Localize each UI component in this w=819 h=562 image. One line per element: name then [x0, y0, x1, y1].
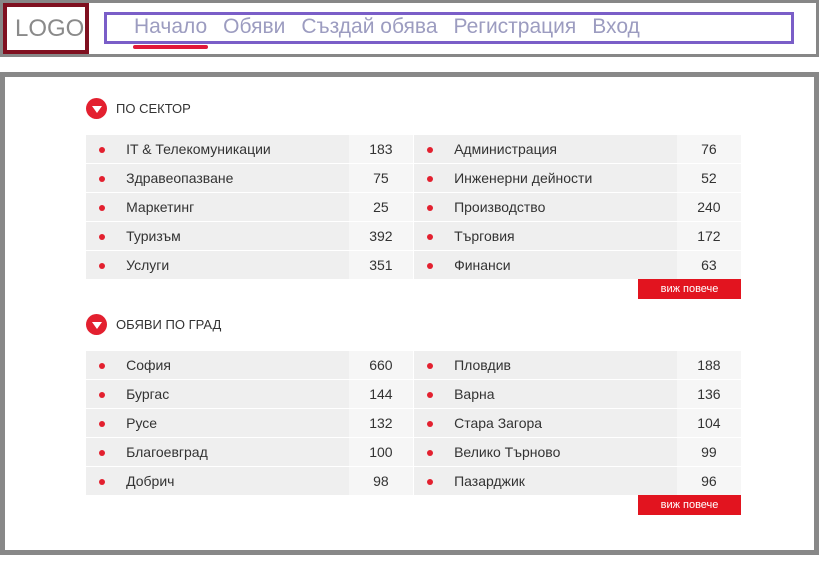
- bullet-icon: [413, 222, 455, 251]
- bullet-icon: [413, 164, 455, 193]
- table-row: Русе 132 Стара Загора 104: [86, 409, 741, 438]
- category-link[interactable]: Администрация: [454, 135, 677, 164]
- nav-item-register[interactable]: Регистрация: [454, 15, 577, 41]
- count-value: 172: [676, 222, 741, 251]
- content-panel: ПО СЕКТОР IT & Телекомуникации 183 Админис…: [0, 72, 819, 555]
- category-link[interactable]: Добрич: [126, 467, 349, 496]
- triangle-down-icon[interactable]: [86, 97, 107, 119]
- count-value: 660: [348, 351, 413, 380]
- bullet-icon: [86, 135, 127, 164]
- count-value: 392: [348, 222, 413, 251]
- table-row: Бургас 144 Варна 136: [86, 380, 741, 409]
- category-link[interactable]: Маркетинг: [126, 193, 349, 222]
- category-link[interactable]: Производство: [454, 193, 677, 222]
- count-value: 98: [348, 467, 413, 496]
- sector-more-button[interactable]: виж повече: [638, 279, 741, 299]
- category-link[interactable]: Варна: [454, 380, 677, 409]
- count-value: 351: [348, 251, 413, 280]
- bullet-icon: [86, 467, 127, 496]
- sector-rows: IT & Телекомуникации 183 Администрация 76 Зд…: [86, 135, 741, 280]
- category-link[interactable]: Инженерни дейности: [454, 164, 677, 193]
- bullet-icon: [413, 380, 455, 409]
- category-link[interactable]: Финанси: [454, 251, 677, 280]
- city-title-label: ОБЯВИ ПО ГРАД: [116, 316, 222, 332]
- count-value: 136: [676, 380, 741, 409]
- count-value: 183: [348, 135, 413, 164]
- bullet-icon: [86, 164, 127, 193]
- bullet-icon: [86, 193, 127, 222]
- sector-title-label: ПО СЕКТОР: [116, 100, 191, 116]
- category-link[interactable]: София: [126, 351, 349, 380]
- city-rows: София 660 Пловдив 188 Бургас 144 Варна 136 Русе 1…: [86, 351, 741, 496]
- bullet-icon: [86, 251, 127, 280]
- table-row: IT & Телекомуникации 183 Администрация 76: [86, 135, 741, 164]
- count-value: 99: [676, 438, 741, 467]
- city-more-button[interactable]: виж повече: [638, 495, 741, 515]
- table-row: Маркетинг 25 Производство 240: [86, 193, 741, 222]
- bullet-icon: [413, 351, 455, 380]
- count-value: 96: [676, 467, 741, 496]
- bullet-icon: [413, 135, 455, 164]
- bullet-icon: [86, 380, 127, 409]
- bullet-icon: [86, 351, 127, 380]
- category-link[interactable]: Велико Търново: [454, 438, 677, 467]
- bullet-icon: [86, 438, 127, 467]
- category-link[interactable]: Пазарджик: [454, 467, 677, 496]
- site-header: LOGO Начало Обяви Създай обява Регистрац…: [0, 0, 819, 57]
- count-value: 52: [676, 164, 741, 193]
- count-value: 25: [348, 193, 413, 222]
- nav-item-create-listing[interactable]: Създай обява: [301, 15, 437, 41]
- nav-item-login[interactable]: Вход: [592, 15, 640, 41]
- sector-section: ПО СЕКТОР IT & Телекомуникации 183 Админис…: [86, 97, 741, 299]
- category-link[interactable]: Русе: [126, 409, 349, 438]
- nav-item-home[interactable]: Начало: [132, 15, 209, 49]
- bullet-icon: [413, 251, 455, 280]
- count-value: 240: [676, 193, 741, 222]
- category-link[interactable]: Стара Загора: [454, 409, 677, 438]
- nav-item-listings[interactable]: Обяви: [223, 15, 285, 41]
- table-row: Благоевград 100 Велико Търново 99: [86, 438, 741, 467]
- triangle-down-icon[interactable]: [86, 313, 107, 335]
- count-value: 104: [676, 409, 741, 438]
- section-title: ОБЯВИ ПО ГРАД: [86, 313, 741, 335]
- category-link[interactable]: Бургас: [126, 380, 349, 409]
- category-link[interactable]: Туризъм: [126, 222, 349, 251]
- count-value: 144: [348, 380, 413, 409]
- count-value: 188: [676, 351, 741, 380]
- logo[interactable]: LOGO: [3, 3, 89, 54]
- bullet-icon: [413, 409, 455, 438]
- category-link[interactable]: Здравеопазване: [126, 164, 349, 193]
- category-link[interactable]: Услуги: [126, 251, 349, 280]
- category-link[interactable]: Благоевград: [126, 438, 349, 467]
- city-section: ОБЯВИ ПО ГРАД София 660 Пловдив 188 Бургас 14…: [86, 313, 741, 515]
- bullet-icon: [86, 222, 127, 251]
- sector-table: IT & Телекомуникации 183 Администрация 76 Зд…: [86, 135, 741, 280]
- city-table: София 660 Пловдив 188 Бургас 144 Варна 136 Русе 1…: [86, 351, 741, 496]
- table-row: София 660 Пловдив 188: [86, 351, 741, 380]
- table-row: Туризъм 392 Търговия 172: [86, 222, 741, 251]
- count-value: 132: [348, 409, 413, 438]
- table-row: Добрич 98 Пазарджик 96: [86, 467, 741, 496]
- category-link[interactable]: Пловдив: [454, 351, 677, 380]
- bullet-icon: [86, 409, 127, 438]
- bullet-icon: [413, 438, 455, 467]
- bullet-icon: [413, 467, 455, 496]
- main-nav: Начало Обяви Създай обява Регистрация Вх…: [104, 12, 794, 49]
- category-link[interactable]: Търговия: [454, 222, 677, 251]
- table-row: Здравеопазване 75 Инженерни дейности 52: [86, 164, 741, 193]
- section-title: ПО СЕКТОР: [86, 97, 741, 119]
- count-value: 75: [348, 164, 413, 193]
- table-row: Услуги 351 Финанси 63: [86, 251, 741, 280]
- category-link[interactable]: IT & Телекомуникации: [126, 135, 349, 164]
- count-value: 63: [676, 251, 741, 280]
- bullet-icon: [413, 193, 455, 222]
- count-value: 100: [348, 438, 413, 467]
- count-value: 76: [676, 135, 741, 164]
